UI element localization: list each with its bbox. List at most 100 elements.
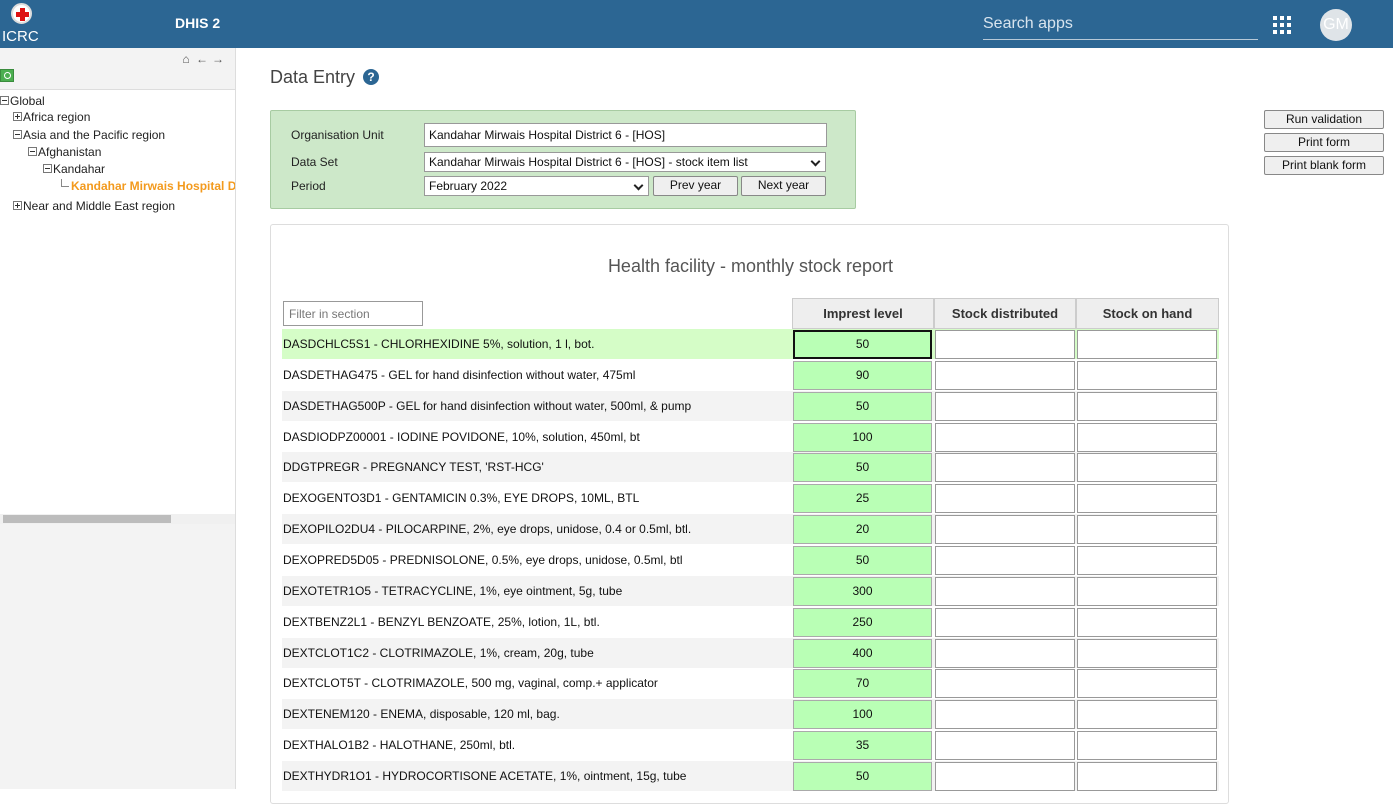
stock-on-hand-input[interactable]: [1077, 638, 1217, 668]
stock-distributed-input[interactable]: [935, 700, 1075, 730]
column-header-impress: Imprest level: [792, 298, 934, 329]
expand-icon[interactable]: [13, 201, 22, 211]
impress-level-cell[interactable]: 90: [793, 360, 932, 390]
stock-distributed-input[interactable]: [935, 453, 1075, 483]
impress-level-cell[interactable]: 250: [793, 607, 932, 637]
collapse-icon[interactable]: [0, 96, 9, 106]
page-title: Data Entry: [270, 67, 356, 87]
stock-distributed-input[interactable]: [935, 638, 1075, 668]
next-year-button[interactable]: Next year: [741, 176, 826, 196]
stock-distributed-input[interactable]: [935, 761, 1075, 791]
stock-on-hand-input[interactable]: [1077, 731, 1217, 761]
stock-distributed-input[interactable]: [935, 360, 1075, 390]
apps-grid-icon[interactable]: [1273, 16, 1291, 34]
impress-level-cell[interactable]: 20: [793, 515, 932, 545]
impress-level-cell[interactable]: 25: [793, 484, 932, 514]
prev-year-button[interactable]: Prev year: [653, 176, 738, 196]
tree-item-africa[interactable]: Africa region: [13, 110, 90, 124]
stock-distributed-input[interactable]: [935, 391, 1075, 421]
org-unit-field[interactable]: Kandahar Mirwais Hospital District 6 - […: [424, 123, 827, 147]
collapse-icon[interactable]: [43, 164, 52, 174]
arrow-right-icon[interactable]: →: [210, 52, 226, 66]
stock-on-hand-input[interactable]: [1077, 576, 1217, 606]
tree-item-kandahar-mirwais-hospital[interactable]: Kandahar Mirwais Hospital D: [61, 179, 235, 193]
stock-distributed-input[interactable]: [935, 607, 1075, 637]
impress-level-cell[interactable]: 50: [793, 330, 932, 359]
stock-on-hand-input[interactable]: [1077, 330, 1217, 359]
user-avatar[interactable]: GM: [1320, 9, 1352, 41]
period-select[interactable]: February 2022: [424, 176, 649, 196]
stock-distributed-input[interactable]: [935, 484, 1075, 514]
impress-level-cell[interactable]: 50: [793, 391, 932, 421]
stock-on-hand-input[interactable]: [1077, 484, 1217, 514]
help-icon[interactable]: ?: [363, 69, 379, 85]
impress-level-cell[interactable]: 70: [793, 669, 932, 699]
collapse-icon[interactable]: [28, 147, 37, 157]
stock-distributed-input[interactable]: [935, 576, 1075, 606]
impress-level-cell[interactable]: 100: [793, 700, 932, 730]
tree-search-icon[interactable]: [0, 69, 14, 82]
impress-level-cell[interactable]: 300: [793, 576, 932, 606]
table-row: DEXOTETR1O5 - TETRACYCLINE, 1%, eye oint…: [282, 575, 1219, 606]
impress-level-cell[interactable]: 50: [793, 761, 932, 791]
row-label: DEXOGENTO3D1 - GENTAMICIN 0.3%, EYE DROP…: [283, 491, 640, 506]
stock-distributed-input[interactable]: [935, 669, 1075, 699]
stock-on-hand-input[interactable]: [1077, 546, 1217, 575]
search-apps-input[interactable]: Search apps: [983, 12, 1258, 40]
form-title: Health facility - monthly stock report: [607, 256, 894, 276]
row-label: DDGTPREGR - PREGNANCY TEST, 'RST-HCG': [283, 460, 544, 475]
collapse-icon[interactable]: [13, 130, 22, 140]
icrc-logo[interactable]: ICRC: [2, 2, 42, 45]
stock-on-hand-input[interactable]: [1077, 515, 1217, 545]
impress-level-cell[interactable]: 50: [793, 453, 932, 483]
impress-level-cell[interactable]: 35: [793, 731, 932, 761]
impress-level-cell[interactable]: 400: [793, 638, 932, 668]
row-label: DASDETHAG475 - GEL for hand disinfection…: [283, 367, 636, 382]
stock-on-hand-input[interactable]: [1077, 391, 1217, 421]
impress-level-cell[interactable]: 100: [793, 422, 932, 452]
filter-in-section-input[interactable]: Filter in section: [283, 301, 423, 326]
stock-distributed-input[interactable]: [935, 422, 1075, 452]
stock-on-hand-input[interactable]: [1077, 700, 1217, 730]
data-entry-form: Health facility - monthly stock report F…: [270, 224, 1229, 804]
dataset-select[interactable]: Kandahar Mirwais Hospital District 6 - […: [424, 152, 826, 172]
stock-distributed-input[interactable]: [935, 330, 1075, 359]
selection-panel: Organisation Unit Kandahar Mirwais Hospi…: [270, 110, 856, 209]
print-form-button[interactable]: Print form: [1264, 133, 1384, 152]
table-row: DASDIODPZ00001 - IODINE POVIDONE, 10%, s…: [282, 422, 1219, 452]
stock-on-hand-input[interactable]: [1077, 453, 1217, 483]
tree-item-near-middle-east[interactable]: Near and Middle East region: [13, 199, 175, 213]
stock-distributed-input[interactable]: [935, 515, 1075, 545]
stock-on-hand-input[interactable]: [1077, 607, 1217, 637]
tree-horizontal-scrollbar[interactable]: [0, 514, 235, 524]
table-row: DASDETHAG500P - GEL for hand disinfectio…: [282, 390, 1219, 421]
stock-distributed-input[interactable]: [935, 546, 1075, 575]
print-blank-form-button[interactable]: Print blank form: [1264, 156, 1384, 175]
org-unit-tree: Global Africa region Asia and the Pacifi…: [0, 90, 235, 514]
run-validation-button[interactable]: Run validation: [1264, 110, 1384, 129]
scrollbar-thumb[interactable]: [3, 515, 171, 523]
tree-item-afghanistan[interactable]: Afghanistan: [28, 145, 101, 159]
stock-distributed-input[interactable]: [935, 731, 1075, 761]
row-label: DEXTBENZ2L1 - BENZYL BENZOATE, 25%, loti…: [283, 614, 600, 629]
row-label: DASDCHLC5S1 - CHLORHEXIDINE 5%, solution…: [283, 337, 595, 351]
table-row: DEXTBENZ2L1 - BENZYL BENZOATE, 25%, loti…: [282, 607, 1219, 637]
tree-item-kandahar[interactable]: Kandahar: [43, 162, 105, 176]
tree-branch-line: [61, 179, 69, 187]
table-row: DEXTENEM120 - ENEMA, disposable, 120 ml,…: [282, 699, 1219, 730]
tree-item-global[interactable]: Global: [0, 94, 45, 108]
table-row: DEXTCLOT5T - CLOTRIMAZOLE, 500 mg, vagin…: [282, 668, 1219, 699]
row-label: DEXTHALO1B2 - HALOTHANE, 250ml, btl.: [283, 738, 516, 753]
column-header-stock-distributed: Stock distributed: [934, 298, 1076, 329]
expand-icon[interactable]: [13, 112, 22, 122]
arrow-left-icon[interactable]: ←: [194, 52, 210, 66]
home-icon[interactable]: ⌂: [178, 52, 194, 66]
tree-item-asia-pacific[interactable]: Asia and the Pacific region: [13, 128, 165, 142]
tree-nav-icons: ⌂ ← →: [178, 52, 226, 66]
stock-on-hand-input[interactable]: [1077, 360, 1217, 390]
stock-on-hand-input[interactable]: [1077, 422, 1217, 452]
stock-on-hand-input[interactable]: [1077, 761, 1217, 791]
table-row: DASDETHAG475 - GEL for hand disinfection…: [282, 360, 1219, 390]
stock-on-hand-input[interactable]: [1077, 669, 1217, 699]
impress-level-cell[interactable]: 50: [793, 546, 932, 575]
